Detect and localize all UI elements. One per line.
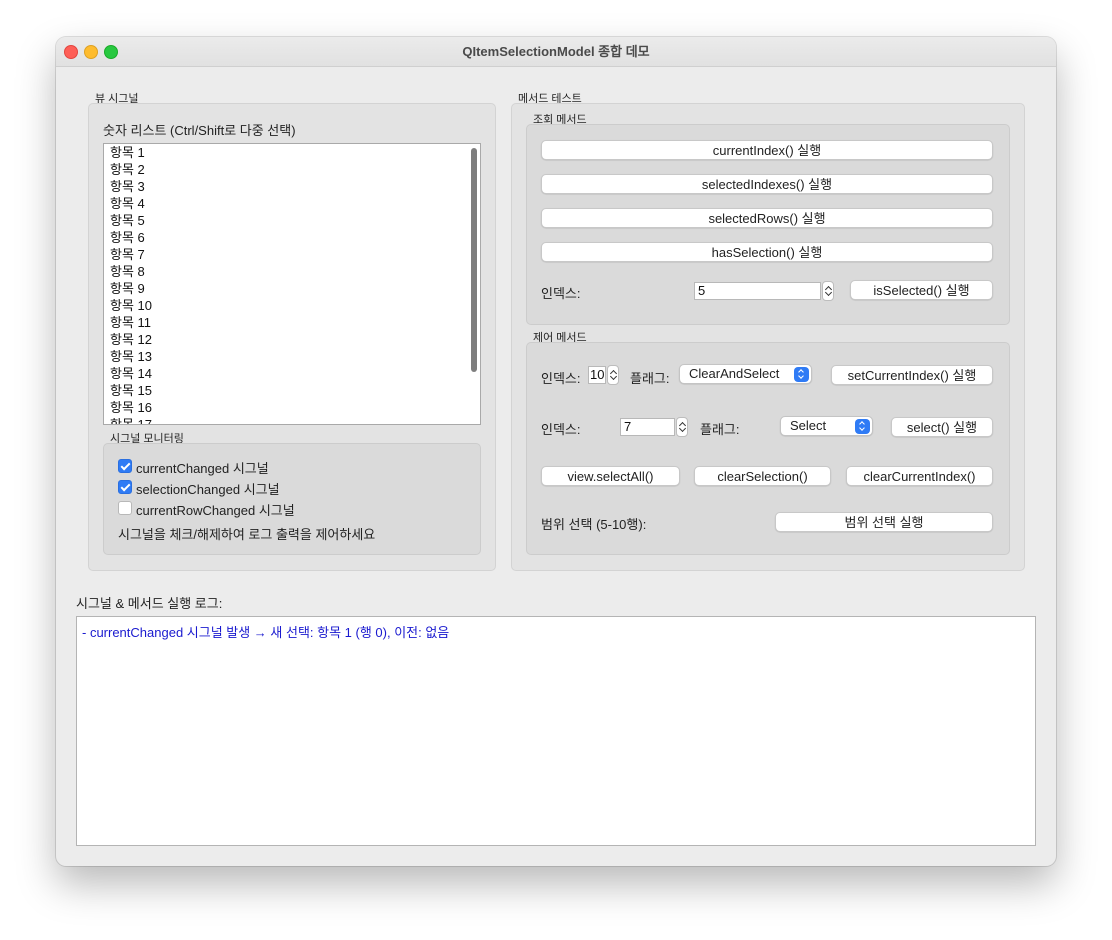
- control-row2-index-label: 인덱스:: [541, 422, 581, 437]
- list-item[interactable]: 항목 7: [104, 246, 480, 263]
- list-item[interactable]: 항목 9: [104, 280, 480, 297]
- query-index-label: 인덱스:: [541, 286, 581, 301]
- log-line: - currentChanged 시그널 발생 → 새 선택: 항목 1 (행 …: [82, 625, 450, 640]
- control-row1-flag-select[interactable]: ClearAndSelect: [679, 364, 812, 384]
- list-item[interactable]: 항목 2: [104, 161, 480, 178]
- list-item[interactable]: 항목 6: [104, 229, 480, 246]
- current-changed-label: currentChanged 시그널: [136, 461, 269, 476]
- has-selection-button[interactable]: hasSelection() 실행: [541, 242, 993, 262]
- log-label: 시그널 & 메서드 실행 로그:: [76, 596, 223, 611]
- list-items: 항목 1 항목 2 항목 3 항목 4 항목 5 항목 6 항목 7 항목 8 …: [104, 144, 480, 424]
- select-button[interactable]: select() 실행: [891, 417, 993, 437]
- current-changed-checkbox[interactable]: [118, 459, 132, 473]
- select-all-button[interactable]: view.selectAll(): [541, 466, 680, 486]
- set-current-index-button[interactable]: setCurrentIndex() 실행: [831, 365, 993, 385]
- list-scrollbar[interactable]: [470, 146, 478, 422]
- list-item[interactable]: 항목 10: [104, 297, 480, 314]
- selection-changed-label: selectionChanged 시그널: [136, 482, 280, 497]
- list-item[interactable]: 항목 1: [104, 144, 480, 161]
- is-selected-button[interactable]: isSelected() 실행: [850, 280, 993, 300]
- main-window: QItemSelectionModel 종합 데모 뷰 시그널 숫자 리스트 (…: [56, 37, 1056, 866]
- control-row2-flag-select[interactable]: Select: [780, 416, 873, 436]
- list-item[interactable]: 항목 14: [104, 365, 480, 382]
- list-scrollbar-thumb[interactable]: [471, 148, 477, 372]
- list-item[interactable]: 항목 13: [104, 348, 480, 365]
- range-select-label: 범위 선택 (5-10행):: [541, 517, 647, 532]
- query-index-input[interactable]: 5: [694, 282, 821, 300]
- list-item[interactable]: 항목 17: [104, 416, 480, 424]
- list-item[interactable]: 항목 16: [104, 399, 480, 416]
- selected-rows-button[interactable]: selectedRows() 실행: [541, 208, 993, 228]
- clear-current-index-button[interactable]: clearCurrentIndex(): [846, 466, 993, 486]
- list-item[interactable]: 항목 3: [104, 178, 480, 195]
- number-list[interactable]: 항목 1 항목 2 항목 3 항목 4 항목 5 항목 6 항목 7 항목 8 …: [103, 143, 481, 425]
- selected-indexes-button[interactable]: selectedIndexes() 실행: [541, 174, 993, 194]
- control-row1-index-label: 인덱스:: [541, 371, 581, 386]
- chevron-up-down-icon: [794, 367, 809, 382]
- title-bar: QItemSelectionModel 종합 데모: [56, 37, 1056, 67]
- current-index-button[interactable]: currentIndex() 실행: [541, 140, 993, 160]
- list-item[interactable]: 항목 8: [104, 263, 480, 280]
- window-title: QItemSelectionModel 종합 데모: [462, 44, 650, 59]
- chevron-up-down-icon: [855, 419, 870, 434]
- list-item[interactable]: 항목 5: [104, 212, 480, 229]
- control-row2-index-stepper[interactable]: [676, 417, 688, 437]
- range-select-button[interactable]: 범위 선택 실행: [775, 512, 993, 532]
- list-item[interactable]: 항목 15: [104, 382, 480, 399]
- current-row-changed-checkbox[interactable]: [118, 501, 132, 515]
- control-row1-flag-value: ClearAndSelect: [689, 366, 780, 381]
- query-index-stepper[interactable]: [822, 281, 834, 301]
- control-row1-index-stepper[interactable]: [607, 365, 619, 385]
- monitor-hint: 시그널을 체크/해제하여 로그 출력을 제어하세요: [118, 527, 376, 542]
- list-item[interactable]: 항목 4: [104, 195, 480, 212]
- list-item[interactable]: 항목 12: [104, 331, 480, 348]
- control-row2-flag-label: 플래그:: [700, 422, 740, 437]
- list-label: 숫자 리스트 (Ctrl/Shift로 다중 선택): [103, 123, 296, 138]
- list-item[interactable]: 항목 11: [104, 314, 480, 331]
- clear-selection-button[interactable]: clearSelection(): [694, 466, 831, 486]
- selection-changed-checkbox[interactable]: [118, 480, 132, 494]
- log-output[interactable]: - currentChanged 시그널 발생 → 새 선택: 항목 1 (행 …: [76, 616, 1036, 846]
- control-row2-index-input[interactable]: 7: [620, 418, 675, 436]
- control-row1-index-input[interactable]: 10: [588, 366, 606, 384]
- control-row1-flag-label: 플래그:: [630, 371, 670, 386]
- control-row2-flag-value: Select: [790, 418, 827, 433]
- current-row-changed-label: currentRowChanged 시그널: [136, 503, 295, 518]
